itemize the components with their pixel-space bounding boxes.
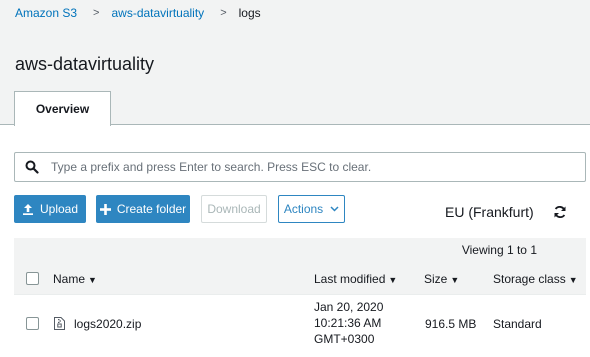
breadcrumb: Amazon S3 > aws-datavirtuality > logs (15, 5, 261, 21)
file-name-link[interactable]: logs2020.zip (74, 317, 141, 331)
sort-caret-icon: ▼ (88, 275, 97, 285)
size-cell: 916.5 MB (425, 317, 477, 331)
create-folder-label: Create folder (116, 202, 187, 216)
tab-overview[interactable]: Overview (14, 91, 111, 126)
column-last-modified-label: Last modified (314, 272, 386, 286)
search-bar (14, 152, 586, 182)
upload-button[interactable]: Upload (14, 195, 86, 223)
breadcrumb-amazon-s3[interactable]: Amazon S3 (15, 6, 77, 20)
row-checkbox[interactable] (26, 317, 39, 330)
chevron-down-icon (330, 206, 339, 212)
modified-date: Jan 20, 2020 (314, 300, 384, 314)
create-folder-button[interactable]: Create folder (96, 195, 190, 223)
actions-label: Actions (283, 202, 324, 216)
column-name-label: Name (53, 272, 86, 286)
select-all-checkbox[interactable] (26, 272, 39, 285)
column-header-storage-class[interactable]: Storage class ▼ (493, 272, 578, 286)
last-modified-cell: Jan 20, 2020 10:21:36 AM GMT+0300 (314, 299, 383, 347)
column-size-label: Size (424, 272, 448, 286)
storage-class-cell: Standard (493, 317, 542, 331)
file-zip-icon (54, 317, 65, 330)
column-header-size[interactable]: Size ▼ (424, 272, 459, 286)
pagination-bar: Viewing 1 to 1 (14, 238, 586, 262)
column-storage-class-label: Storage class (493, 272, 566, 286)
search-input[interactable] (51, 160, 551, 174)
breadcrumb-separator: > (93, 7, 100, 19)
breadcrumb-separator: > (220, 7, 227, 19)
column-header-name[interactable]: Name ▼ (53, 272, 97, 286)
column-header-last-modified[interactable]: Last modified ▼ (314, 272, 397, 286)
actions-dropdown[interactable]: Actions (278, 195, 345, 223)
breadcrumb-bucket[interactable]: aws-datavirtuality (111, 6, 204, 20)
download-label: Download (207, 202, 261, 216)
plus-icon (99, 203, 111, 215)
viewing-count: Viewing 1 to 1 (461, 243, 537, 257)
download-button[interactable]: Download (201, 195, 267, 223)
sort-caret-icon: ▼ (568, 275, 578, 285)
table-header: Name ▼ Last modified ▼ Size ▼ Storage class… (14, 262, 586, 295)
upload-label: Upload (39, 202, 79, 216)
sort-caret-icon: ▼ (450, 275, 460, 285)
breadcrumb-current: logs (238, 6, 261, 20)
search-icon (25, 160, 39, 174)
refresh-icon[interactable] (553, 205, 567, 219)
upload-icon (22, 203, 33, 215)
page-title: aws-datavirtuality (15, 54, 155, 74)
region-label: EU (Frankfurt) (445, 204, 534, 220)
sort-caret-icon: ▼ (388, 275, 398, 285)
table-row[interactable]: logs2020.zip Jan 20, 2020 10:21:36 AM GM… (14, 296, 586, 351)
modified-timezone: GMT+0300 (314, 332, 375, 346)
modified-time: 10:21:36 AM (314, 316, 382, 330)
